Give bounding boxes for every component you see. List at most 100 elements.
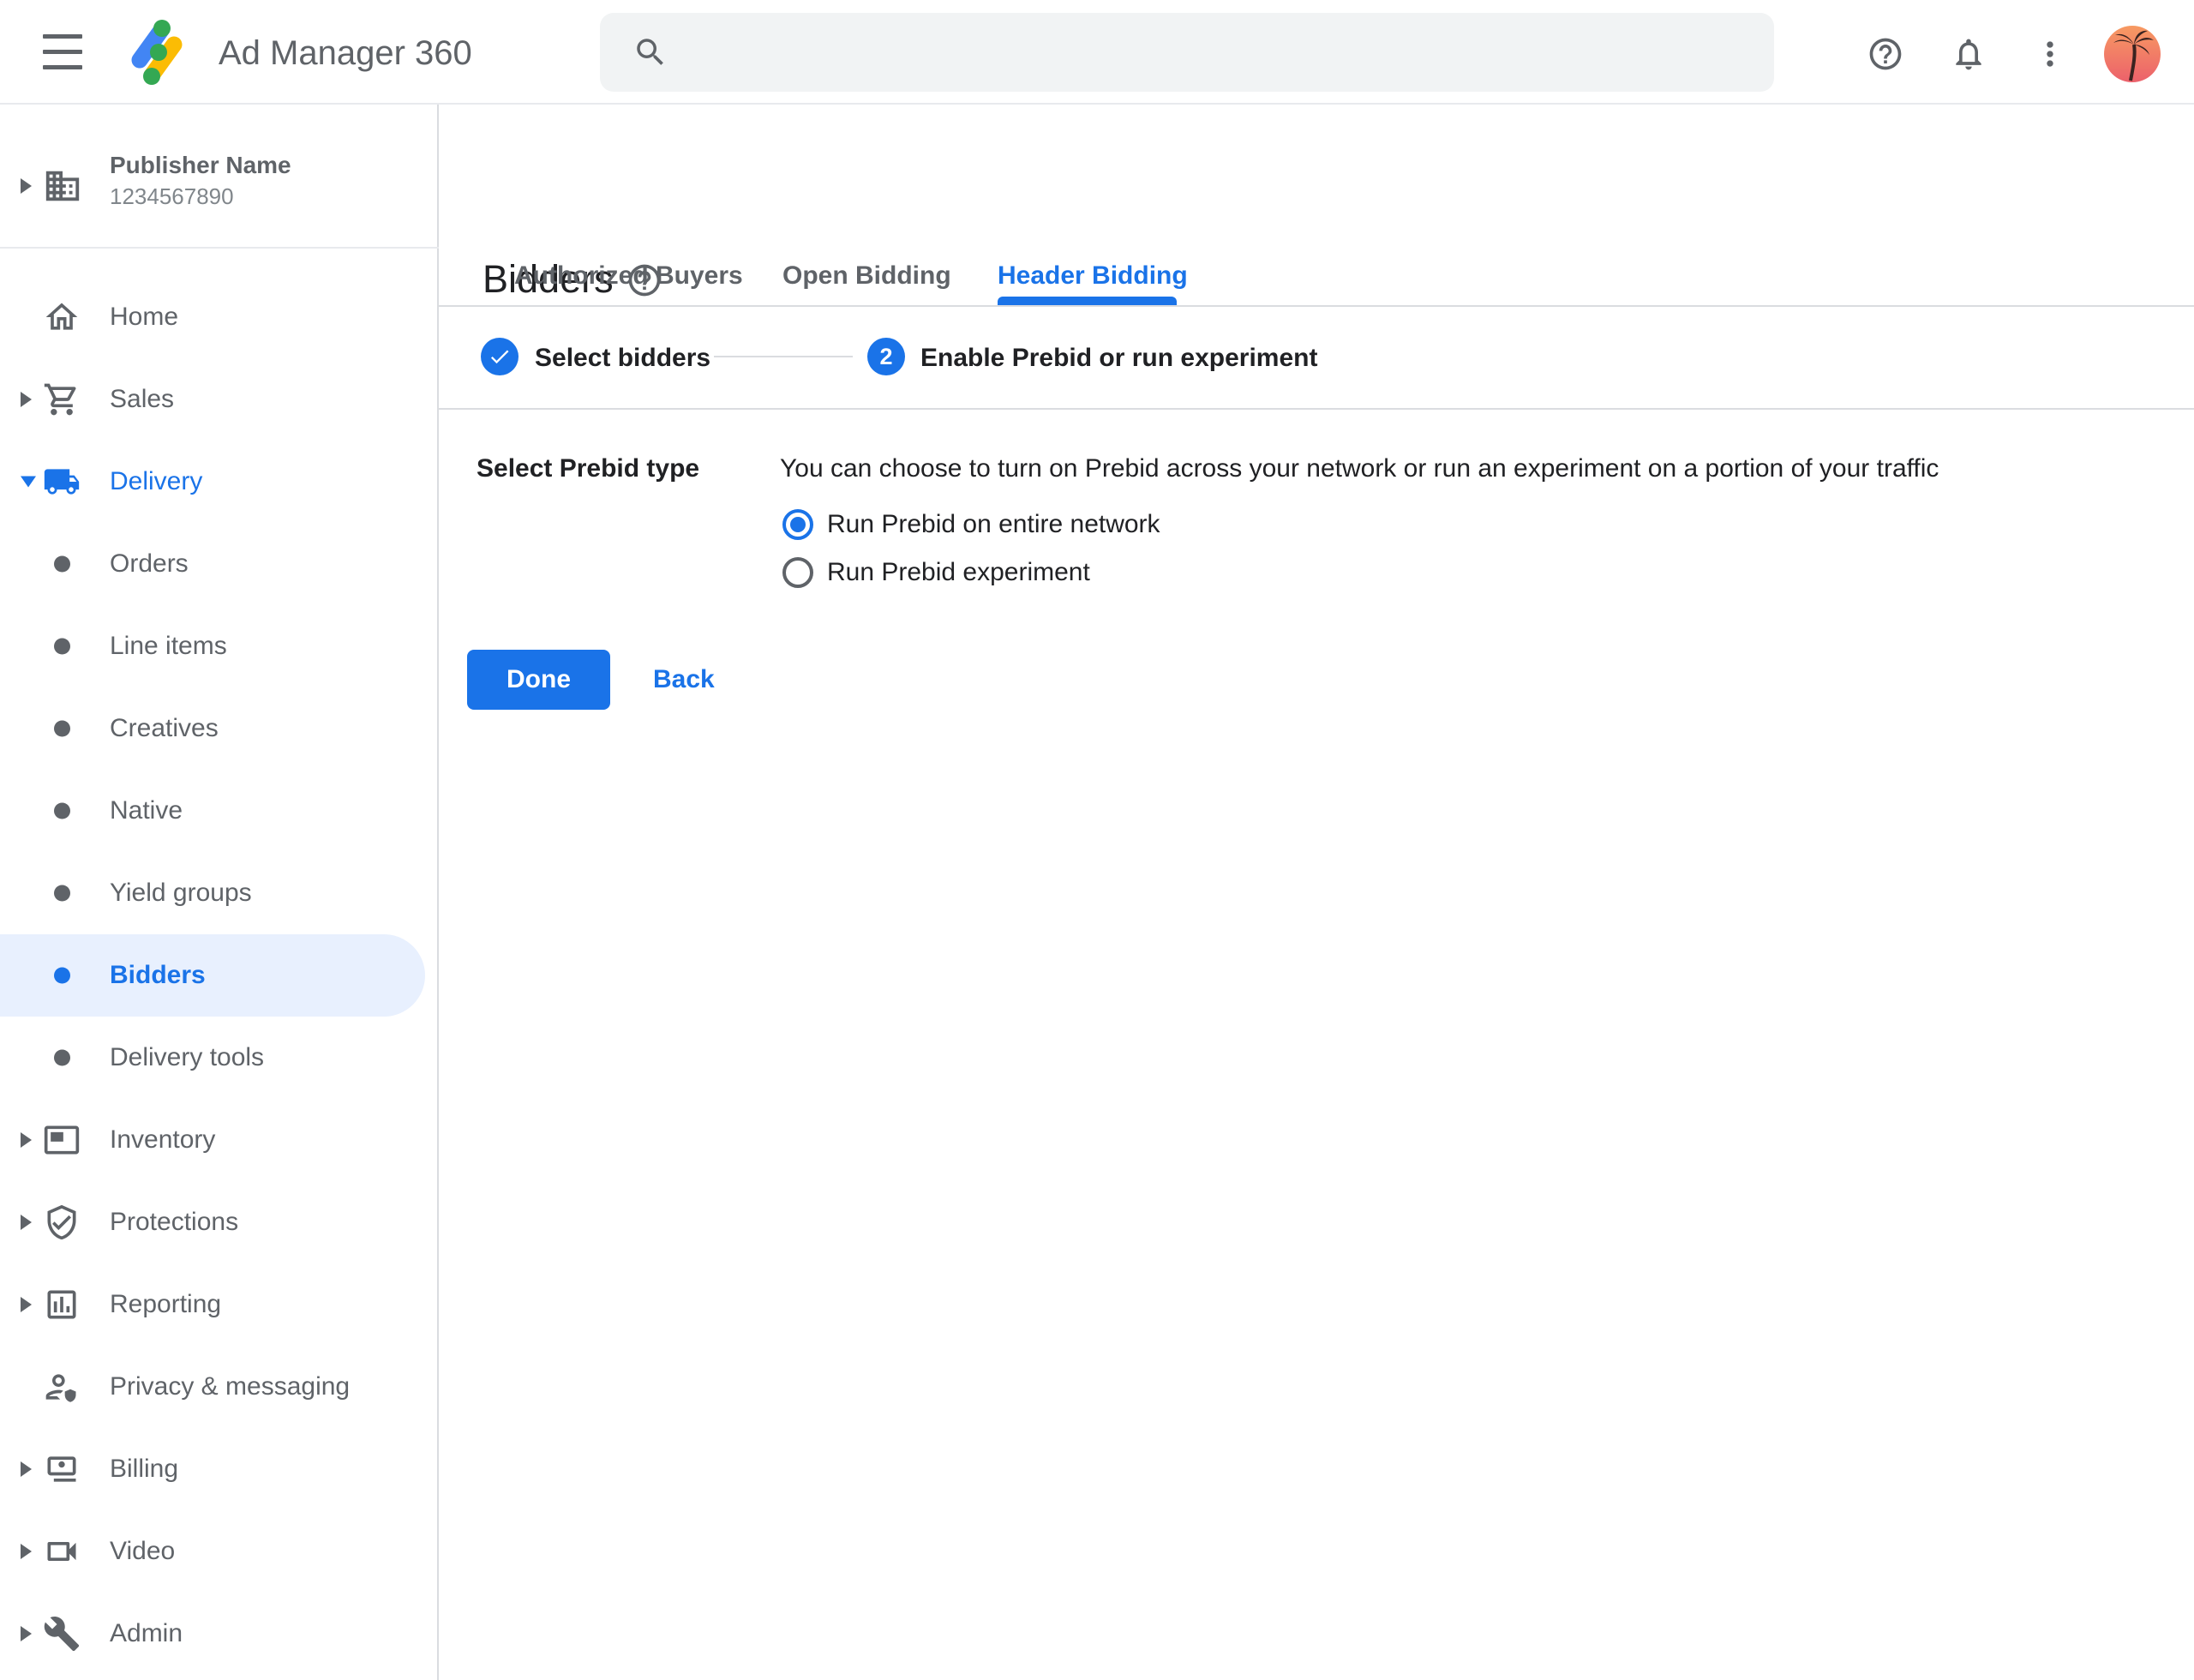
sidebar-item-native[interactable]: Native bbox=[0, 770, 439, 852]
tab-open-bidding[interactable]: Open Bidding bbox=[782, 256, 951, 296]
radio-unselected-icon bbox=[782, 557, 813, 588]
sidebar-item-inventory[interactable]: Inventory bbox=[0, 1099, 439, 1181]
sidebar-nav: Home Sales Delivery Orders bbox=[0, 276, 439, 1675]
publisher-name: Publisher Name bbox=[110, 152, 291, 179]
divider bbox=[439, 408, 2194, 410]
main-content: Bidders Authorized Buyers Open Bidding H… bbox=[439, 105, 2194, 1680]
publisher-account-selector[interactable]: Publisher Name 1234567890 bbox=[0, 139, 439, 233]
help-icon bbox=[1867, 35, 1904, 73]
step-1-label[interactable]: Select bidders bbox=[535, 344, 710, 373]
sidebar-item-bidders[interactable]: Bidders bbox=[0, 934, 439, 1017]
hamburger-menu-icon[interactable] bbox=[43, 34, 82, 69]
step-2-label[interactable]: Enable Prebid or run experiment bbox=[920, 344, 1317, 373]
search-input[interactable] bbox=[689, 27, 1748, 78]
account-avatar[interactable] bbox=[2104, 26, 2161, 82]
display-ad-icon bbox=[43, 1121, 81, 1159]
app-title: Ad Manager 360 bbox=[219, 34, 472, 73]
sidebar-item-label: Video bbox=[110, 1537, 175, 1566]
expand-arrow-icon bbox=[21, 1132, 32, 1148]
bullet-icon bbox=[54, 556, 70, 573]
radio-selected-icon bbox=[782, 509, 813, 540]
bell-icon bbox=[1950, 35, 1987, 73]
more-vert-icon bbox=[2031, 35, 2069, 73]
sidebar-item-label: Privacy & messaging bbox=[110, 1372, 350, 1401]
help-button[interactable] bbox=[1867, 35, 1904, 73]
step-2-badge[interactable]: 2 bbox=[867, 338, 905, 375]
bullet-icon bbox=[54, 1050, 70, 1066]
sidebar-item-yield-groups[interactable]: Yield groups bbox=[0, 852, 439, 934]
truck-icon bbox=[43, 463, 81, 501]
sidebar-item-label: Delivery tools bbox=[110, 1043, 264, 1072]
sidebar-item-label: Creatives bbox=[110, 714, 219, 743]
done-button[interactable]: Done bbox=[467, 650, 610, 710]
expand-arrow-icon bbox=[21, 1215, 32, 1230]
home-icon bbox=[43, 298, 81, 336]
tab-header-bidding[interactable]: Header Bidding bbox=[998, 256, 1188, 296]
sidebar-item-privacy-messaging[interactable]: Privacy & messaging bbox=[0, 1346, 439, 1428]
sidebar-item-protections[interactable]: Protections bbox=[0, 1181, 439, 1263]
bullet-icon bbox=[54, 721, 70, 737]
sidebar-item-delivery-tools[interactable]: Delivery tools bbox=[0, 1017, 439, 1099]
tab-authorized-buyers[interactable]: Authorized Buyers bbox=[514, 256, 743, 296]
radio-label: Run Prebid on entire network bbox=[827, 510, 1160, 539]
field-label: Select Prebid type bbox=[477, 454, 699, 483]
sidebar-item-label: Bidders bbox=[110, 961, 206, 990]
payments-icon bbox=[43, 1450, 81, 1488]
active-tab-underline bbox=[998, 297, 1177, 305]
sidebar-item-delivery[interactable]: Delivery bbox=[0, 441, 439, 523]
bullet-icon bbox=[54, 968, 70, 984]
divider bbox=[0, 247, 439, 249]
sidebar-item-creatives[interactable]: Creatives bbox=[0, 687, 439, 770]
sidebar-item-video[interactable]: Video bbox=[0, 1510, 439, 1593]
sidebar-item-orders[interactable]: Orders bbox=[0, 523, 439, 605]
sidebar-item-label: Inventory bbox=[110, 1125, 215, 1155]
radio-run-prebid-experiment[interactable]: Run Prebid experiment bbox=[782, 555, 1090, 590]
sidebar-item-billing[interactable]: Billing bbox=[0, 1428, 439, 1510]
sidebar-item-line-items[interactable]: Line items bbox=[0, 605, 439, 687]
search-icon bbox=[632, 34, 668, 70]
building-icon bbox=[43, 166, 82, 206]
expand-arrow-icon bbox=[21, 392, 32, 407]
palm-tree-avatar-image bbox=[2104, 26, 2161, 82]
expand-arrow-icon bbox=[21, 1461, 32, 1477]
person-shield-icon bbox=[43, 1368, 81, 1406]
search-bar[interactable] bbox=[600, 13, 1774, 92]
sidebar-item-label: Billing bbox=[110, 1455, 178, 1484]
publisher-id: 1234567890 bbox=[110, 183, 234, 210]
wrench-icon bbox=[43, 1615, 81, 1653]
radio-run-prebid-entire-network[interactable]: Run Prebid on entire network bbox=[782, 507, 1160, 542]
shield-check-icon bbox=[43, 1203, 81, 1241]
videocam-icon bbox=[43, 1533, 81, 1570]
bar-chart-icon bbox=[43, 1286, 81, 1323]
ad-manager-screen: Ad Manager 360 bbox=[0, 0, 2194, 1680]
expand-arrow-icon bbox=[21, 1297, 32, 1312]
sidebar-item-sales[interactable]: Sales bbox=[0, 358, 439, 441]
sidebar-item-label: Sales bbox=[110, 385, 174, 414]
sidebar-item-admin[interactable]: Admin bbox=[0, 1593, 439, 1675]
expand-arrow-icon bbox=[21, 178, 32, 194]
sidebar-item-label: Native bbox=[110, 796, 183, 825]
expand-arrow-icon bbox=[21, 1544, 32, 1559]
radio-label: Run Prebid experiment bbox=[827, 558, 1090, 587]
sidebar-item-label: Reporting bbox=[110, 1290, 221, 1319]
field-description: You can choose to turn on Prebid across … bbox=[780, 454, 1939, 483]
more-options-button[interactable] bbox=[2031, 35, 2069, 73]
sidebar-item-label: Delivery bbox=[110, 467, 202, 496]
sidebar-item-home[interactable]: Home bbox=[0, 276, 439, 358]
collapse-arrow-icon bbox=[21, 477, 36, 488]
notifications-button[interactable] bbox=[1950, 35, 1987, 73]
sidebar-item-label: Protections bbox=[110, 1208, 238, 1237]
stepper-connector bbox=[714, 356, 853, 357]
sidebar-item-reporting[interactable]: Reporting bbox=[0, 1263, 439, 1346]
step-1-completed-badge[interactable] bbox=[481, 338, 519, 375]
app-header: Ad Manager 360 bbox=[0, 0, 2194, 105]
check-icon bbox=[488, 345, 512, 369]
sidebar-item-label: Home bbox=[110, 303, 178, 332]
sidebar-item-label: Yield groups bbox=[110, 879, 252, 908]
bullet-icon bbox=[54, 885, 70, 902]
ad-manager-logo-icon bbox=[123, 17, 193, 87]
back-button[interactable]: Back bbox=[653, 665, 715, 694]
bullet-icon bbox=[54, 639, 70, 655]
sidebar: Publisher Name 1234567890 Home Sales bbox=[0, 105, 439, 1680]
expand-arrow-icon bbox=[21, 1626, 32, 1641]
